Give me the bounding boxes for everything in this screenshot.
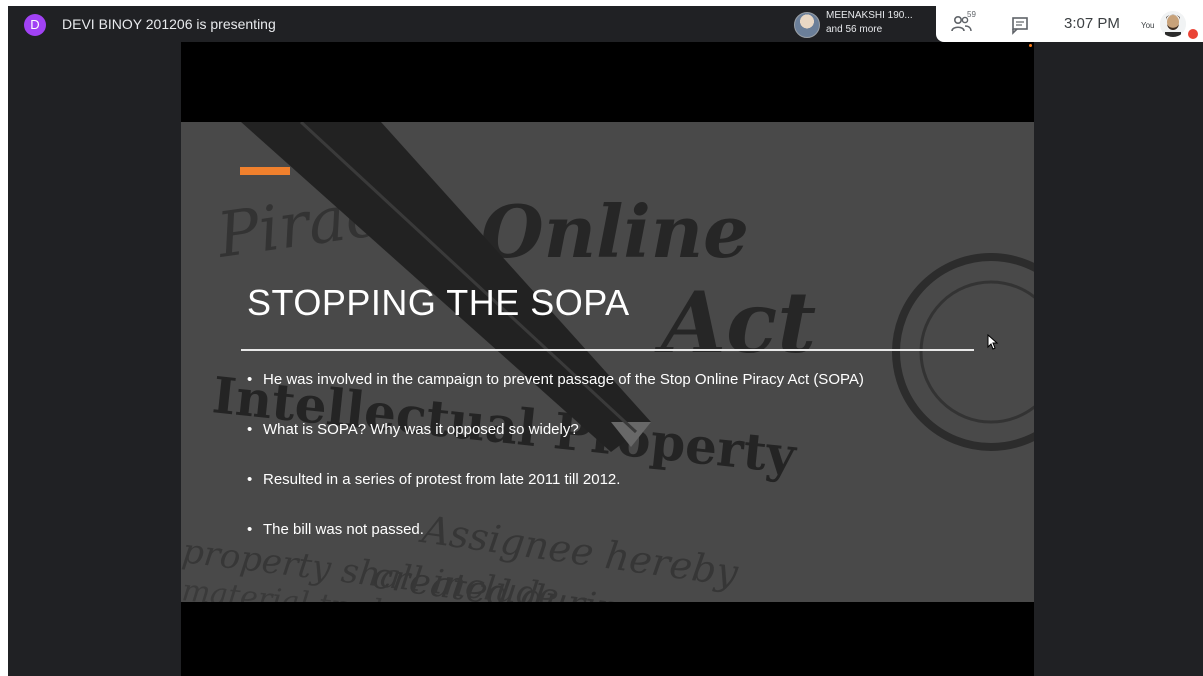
clock: 3:07 PM	[1064, 15, 1120, 32]
bullet-item: • He was involved in the campaign to prev…	[247, 371, 864, 388]
slide-title: STOPPING THE SOPA	[247, 282, 630, 323]
presenting-label: DEVI BINOY 201206 is presenting	[62, 16, 276, 32]
chat-button[interactable]	[1010, 15, 1030, 35]
bullet-item: • Resulted in a series of protest from la…	[247, 471, 621, 488]
participant-more: and 56 more	[826, 24, 883, 35]
top-bar: D DEVI BINOY 201206 is presenting MEENAK…	[8, 6, 1203, 42]
chat-icon	[1012, 17, 1028, 35]
people-count: 59	[967, 10, 976, 19]
accent-bar	[240, 167, 290, 175]
presenter-avatar: D	[24, 14, 46, 36]
meet-screen: D DEVI BINOY 201206 is presenting MEENAK…	[8, 6, 1203, 676]
people-button[interactable]: 59	[950, 10, 980, 36]
bullet-item: • What is SOPA? Why was it opposed so wid…	[247, 421, 579, 438]
participant-name: MEENAKSHI 190...	[826, 10, 913, 21]
title-divider	[241, 349, 974, 351]
presentation-area: Piracy Online Act Intellectual Property …	[181, 42, 1034, 676]
slide: Piracy Online Act Intellectual Property …	[181, 122, 1034, 602]
self-avatar-image	[1160, 11, 1186, 37]
cursor-icon	[987, 334, 999, 350]
notification-badge	[1187, 28, 1199, 40]
you-label: You	[1141, 21, 1155, 30]
self-avatar[interactable]	[1160, 11, 1186, 37]
participants-chip[interactable]: MEENAKSHI 190... and 56 more	[792, 8, 937, 40]
indicator-dot	[1029, 44, 1032, 47]
participant-avatar	[794, 12, 820, 38]
meeting-controls: 59 3:07 PM You	[936, 6, 1203, 42]
bullet-list: • He was involved in the campaign to prev…	[247, 365, 864, 565]
bullet-item: • The bill was not passed.	[247, 521, 424, 538]
